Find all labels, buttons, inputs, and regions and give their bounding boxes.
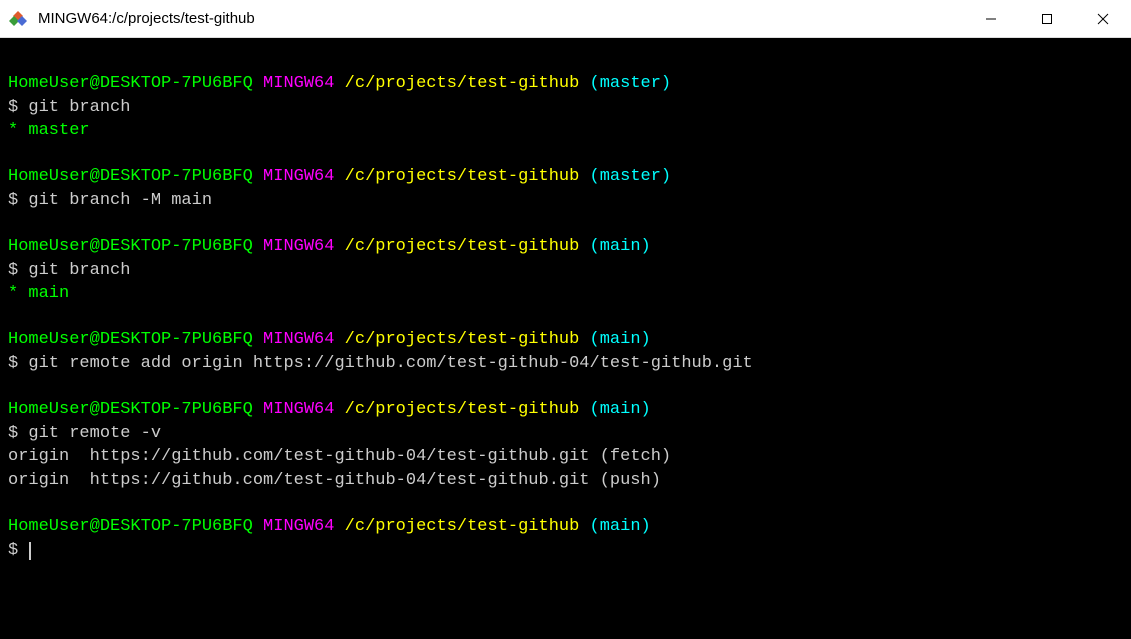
command-block: HomeUser@DESKTOP-7PU6BFQ MINGW64 /c/proj… bbox=[8, 328, 1123, 376]
output-line: origin https://github.com/test-github-04… bbox=[8, 447, 671, 466]
terminal-area[interactable]: HomeUser@DESKTOP-7PU6BFQ MINGW64 /c/proj… bbox=[0, 38, 1131, 639]
prompt-env: MINGW64 bbox=[263, 237, 334, 256]
prompt-env: MINGW64 bbox=[263, 330, 334, 349]
command-text: git remote -v bbox=[28, 424, 161, 443]
prompt-user-host: HomeUser@DESKTOP-7PU6BFQ bbox=[8, 74, 253, 93]
command-block: HomeUser@DESKTOP-7PU6BFQ MINGW64 /c/proj… bbox=[8, 72, 1123, 143]
prompt-env: MINGW64 bbox=[263, 74, 334, 93]
output-line: * main bbox=[8, 284, 69, 303]
prompt-branch: (main) bbox=[590, 517, 651, 536]
prompt-path: /c/projects/test-github bbox=[345, 74, 580, 93]
prompt-user-host: HomeUser@DESKTOP-7PU6BFQ bbox=[8, 237, 253, 256]
terminal-cursor bbox=[29, 542, 31, 560]
prompt-branch: (main) bbox=[590, 400, 651, 419]
prompt-path: /c/projects/test-github bbox=[345, 167, 580, 186]
prompt-path: /c/projects/test-github bbox=[345, 400, 580, 419]
prompt-user-host: HomeUser@DESKTOP-7PU6BFQ bbox=[8, 400, 253, 419]
output-line: * master bbox=[8, 121, 90, 140]
prompt-symbol: $ bbox=[8, 261, 18, 280]
prompt-branch: (main) bbox=[590, 237, 651, 256]
prompt-symbol: $ bbox=[8, 424, 18, 443]
prompt-symbol: $ bbox=[8, 98, 18, 117]
prompt-user-host: HomeUser@DESKTOP-7PU6BFQ bbox=[8, 517, 253, 536]
prompt-symbol: $ bbox=[8, 354, 18, 373]
prompt-branch: (master) bbox=[590, 167, 672, 186]
minimize-button[interactable] bbox=[963, 0, 1019, 37]
command-block: HomeUser@DESKTOP-7PU6BFQ MINGW64 /c/proj… bbox=[8, 165, 1123, 213]
prompt-symbol: $ bbox=[8, 541, 18, 560]
app-icon bbox=[8, 9, 28, 29]
prompt-path: /c/projects/test-github bbox=[345, 330, 580, 349]
prompt-user-host: HomeUser@DESKTOP-7PU6BFQ bbox=[8, 330, 253, 349]
prompt-branch: (main) bbox=[590, 330, 651, 349]
command-text: git remote add origin https://github.com… bbox=[28, 354, 752, 373]
command-text: git branch bbox=[28, 261, 130, 280]
prompt-env: MINGW64 bbox=[263, 167, 334, 186]
window-titlebar: MINGW64:/c/projects/test-github bbox=[0, 0, 1131, 38]
command-text: git branch bbox=[28, 98, 130, 117]
maximize-button[interactable] bbox=[1019, 0, 1075, 37]
window-controls bbox=[963, 0, 1131, 37]
close-button[interactable] bbox=[1075, 0, 1131, 37]
prompt-path: /c/projects/test-github bbox=[345, 237, 580, 256]
prompt-env: MINGW64 bbox=[263, 400, 334, 419]
prompt-symbol: $ bbox=[8, 191, 18, 210]
command-block: HomeUser@DESKTOP-7PU6BFQ MINGW64 /c/proj… bbox=[8, 398, 1123, 493]
command-block: HomeUser@DESKTOP-7PU6BFQ MINGW64 /c/proj… bbox=[8, 515, 1123, 563]
prompt-user-host: HomeUser@DESKTOP-7PU6BFQ bbox=[8, 167, 253, 186]
command-block: HomeUser@DESKTOP-7PU6BFQ MINGW64 /c/proj… bbox=[8, 235, 1123, 306]
command-text: git branch -M main bbox=[28, 191, 212, 210]
prompt-branch: (master) bbox=[590, 74, 672, 93]
output-line: origin https://github.com/test-github-04… bbox=[8, 471, 661, 490]
window-title: MINGW64:/c/projects/test-github bbox=[38, 10, 963, 27]
prompt-path: /c/projects/test-github bbox=[345, 517, 580, 536]
prompt-env: MINGW64 bbox=[263, 517, 334, 536]
